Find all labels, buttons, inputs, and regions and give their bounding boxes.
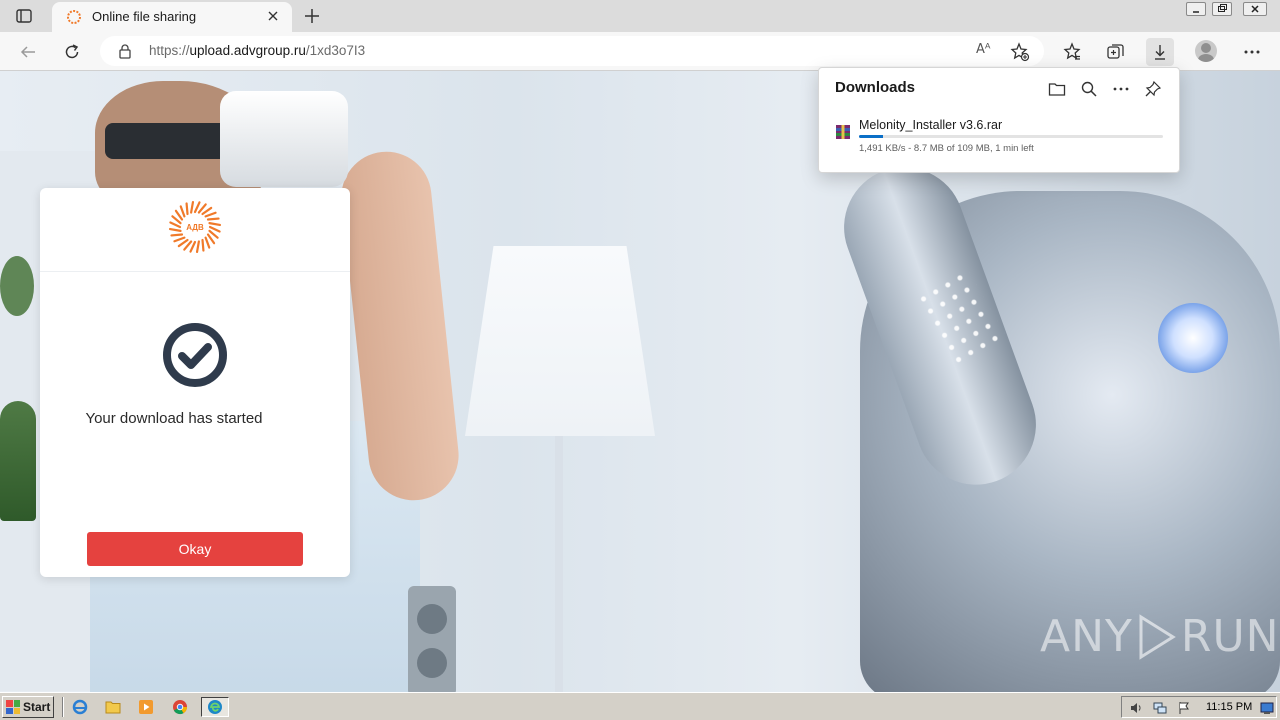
logo-ray [204, 236, 211, 249]
url-path: /1xd3o7I3 [305, 43, 366, 58]
sidebar-icon[interactable] [8, 6, 40, 26]
tab-online-file-sharing[interactable]: Online file sharing [52, 2, 292, 32]
tab-bar: Online file sharing [0, 0, 1280, 32]
start-label: Start [23, 700, 51, 714]
network-icon[interactable] [1152, 700, 1168, 716]
logo-ray [185, 202, 189, 216]
downloads-title: Downloads [835, 79, 916, 96]
logo-ray [168, 227, 182, 232]
logo-ray [204, 211, 217, 218]
tab-title: Online file sharing [92, 9, 197, 24]
start-button[interactable]: Start [2, 696, 54, 718]
more-options-icon[interactable] [1111, 79, 1131, 99]
url-text[interactable]: https://upload.advgroup.ru/1xd3o7I3 [149, 43, 365, 58]
logo-ray [195, 240, 200, 254]
download-started-card: АДВ Your download has started Okay [40, 188, 350, 577]
ie-icon[interactable] [69, 697, 91, 717]
read-aloud-icon[interactable]: Aᴬ [976, 42, 991, 57]
background-vr-headset [220, 91, 348, 187]
maximize-button[interactable] [1209, 0, 1235, 18]
background-lamp-pole [555, 436, 563, 692]
download-file-name[interactable]: Melonity_Installer v3.6.rar [859, 118, 1002, 132]
url-host: upload.advgroup.ru [189, 43, 306, 58]
profile-icon[interactable] [1195, 40, 1217, 62]
rar-archive-icon [835, 124, 851, 140]
favorites-icon[interactable] [1060, 40, 1084, 64]
okay-button[interactable]: Okay [87, 532, 303, 566]
card-header: АДВ [40, 188, 350, 272]
downloads-icon[interactable] [1146, 38, 1174, 66]
logo-ray [193, 201, 201, 214]
close-icon[interactable] [266, 9, 280, 23]
url-scheme: https:// [149, 43, 190, 58]
watermark-right: RUN [1180, 611, 1280, 662]
adv-sun-icon [66, 9, 82, 25]
background-lamp [465, 246, 655, 436]
download-progress-fill [859, 135, 884, 138]
play-icon [1139, 613, 1176, 660]
volume-icon[interactable] [1128, 700, 1144, 716]
windows-flag-icon [6, 700, 20, 714]
clock[interactable]: 11:15 PM [1206, 701, 1252, 713]
download-progress-bar [859, 135, 1163, 138]
background-plant [0, 256, 34, 316]
add-favorite-icon[interactable] [1010, 42, 1030, 62]
logo-ray [201, 206, 213, 216]
system-tray: 11:15 PM [1121, 696, 1277, 718]
logo-ray [208, 225, 221, 233]
logo-ray [177, 238, 189, 248]
logo-ray [169, 221, 182, 229]
anyrun-watermark: ANY RUN [1040, 611, 1280, 662]
window-close-button[interactable] [1240, 0, 1270, 18]
logo-ray [189, 240, 197, 253]
minimize-button[interactable] [1183, 0, 1209, 18]
lock-icon[interactable] [118, 43, 132, 59]
taskbar-separator [62, 697, 64, 717]
action-center-flag-icon[interactable] [1176, 700, 1192, 716]
show-desktop-icon[interactable] [1259, 700, 1275, 716]
background-robot-light [1158, 303, 1228, 373]
navigation-bar: https://upload.advgroup.ru/1xd3o7I3 Aᴬ [0, 32, 1280, 71]
open-folder-icon[interactable] [1047, 79, 1067, 99]
download-item[interactable]: Melonity_Installer v3.6.rar 1,491 KB/s -… [819, 112, 1179, 158]
taskbar: Start 11:15 PM [0, 692, 1280, 720]
adv-logo-graphic: АДВ [168, 200, 222, 254]
logo-ray [208, 222, 222, 227]
logo-ray [190, 200, 195, 214]
logo-ray [206, 233, 216, 245]
logo-ray [179, 205, 186, 218]
collections-icon[interactable] [1104, 40, 1128, 64]
logo-ray [174, 209, 184, 221]
pin-icon[interactable] [1143, 79, 1163, 99]
logo-ray [206, 217, 220, 221]
adv-logo: АДВ [167, 199, 223, 255]
background-speaker [408, 586, 456, 692]
edge-icon[interactable] [201, 697, 229, 717]
search-icon[interactable] [1079, 79, 1099, 99]
plus-icon[interactable] [302, 6, 322, 26]
more-icon[interactable] [1240, 40, 1264, 64]
media-player-icon[interactable] [135, 697, 157, 717]
back-icon[interactable] [17, 41, 39, 63]
download-started-message: Your download has started [85, 410, 263, 427]
address-bar[interactable]: https://upload.advgroup.ru/1xd3o7I3 Aᴬ [100, 36, 1044, 66]
folder-icon[interactable] [102, 697, 124, 717]
chrome-icon[interactable] [169, 697, 191, 717]
logo-ray [173, 236, 186, 243]
downloads-panel: Downloads Melonity_Installer v3.6.rar 1,… [818, 67, 1180, 173]
logo-ray [170, 233, 184, 237]
watermark-left: ANY [1040, 611, 1133, 662]
logo-ray [201, 238, 205, 252]
background-plant [0, 401, 36, 521]
download-status: 1,491 KB/s - 8.7 MB of 109 MB, 1 min lef… [859, 143, 1034, 154]
check-circle-icon [162, 322, 228, 388]
adv-logo-text: АДВ [186, 223, 204, 232]
refresh-icon[interactable] [61, 41, 83, 63]
